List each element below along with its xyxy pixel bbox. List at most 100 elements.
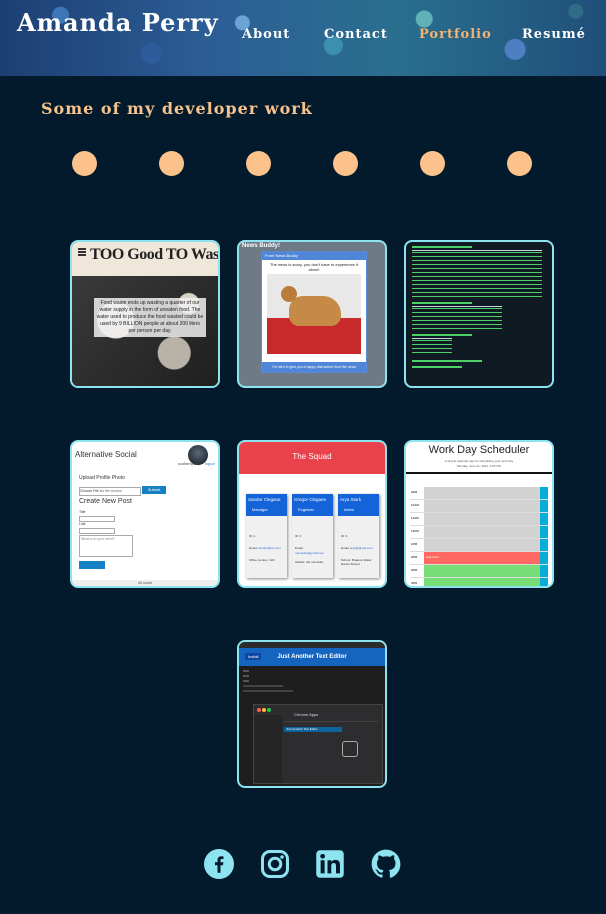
team-card-engineer: Gregor Clegane Engineer ID: 2 Email: mou…: [292, 494, 333, 578]
time-block-past: 12PM: [410, 526, 548, 539]
modal-text: The news is scary, you don't have to exp…: [269, 262, 359, 272]
time-blocks: 9AM 10AM 11AM 12PM 1PM 2PM Call client 3…: [410, 487, 548, 586]
chrome-apps-dialog: Chrome Apps Just Another Text Editor: [253, 704, 383, 784]
project-card-the-squad[interactable]: The Squad Sandor Clegane Manager ID: 1 E…: [237, 440, 387, 588]
dialog-sidebar: [254, 715, 282, 783]
time-block-future: 4PM: [410, 578, 548, 586]
member-id: ID: 3: [341, 534, 348, 538]
modal-title: Front News Buddy: [262, 252, 366, 260]
submit-button: Submit: [142, 486, 166, 494]
project-title: The Squad: [292, 452, 332, 461]
member-extra: GitHub: the mountain: [295, 560, 324, 564]
choose-file-label: Choose File: [80, 489, 99, 493]
decor-dot: [420, 151, 445, 176]
member-role: Engineer: [298, 507, 315, 512]
project-card-alternative-social[interactable]: Alternative Social southernperry logout …: [70, 440, 220, 588]
nav-portfolio[interactable]: Portfolio: [419, 27, 492, 42]
hour-label: 1PM: [411, 542, 418, 546]
project-title: Work Day Scheduler: [428, 444, 530, 456]
project-title: TOO Good TO Waste: [90, 246, 220, 263]
app-item: Just Another Text Editor: [284, 727, 342, 732]
time-block-future: 3PM: [410, 565, 548, 578]
time-block-past: 10AM: [410, 500, 548, 513]
member-extra: Office number: 103: [249, 558, 275, 562]
decor-dot: [246, 151, 271, 176]
member-role: Intern: [344, 507, 355, 512]
modal: Front News Buddy The news is scary, you …: [261, 251, 367, 373]
linkedin-icon[interactable]: [315, 849, 345, 879]
time-block-past: 11AM: [410, 513, 548, 526]
member-extra: School: Braavos Water Dance School: [341, 558, 372, 566]
nav-resume[interactable]: Resumé: [522, 27, 586, 42]
brand-name[interactable]: Amanda Perry: [17, 8, 219, 37]
footer-text: Alt social: [72, 580, 218, 586]
post-submit-button: [79, 561, 105, 569]
link-field: [79, 528, 115, 534]
member-id: ID: 2: [295, 534, 302, 538]
facebook-icon[interactable]: [204, 849, 234, 879]
scheduler-divider: [406, 472, 552, 474]
github-icon[interactable]: [371, 849, 401, 879]
dog-photo: [267, 274, 361, 354]
project-card-too-good-to-waste[interactable]: TOO Good TO Waste Food waste ends up was…: [70, 240, 220, 388]
hour-label: 3PM: [411, 568, 418, 572]
hour-label: 10AM: [411, 503, 419, 507]
project-card-news-buddy[interactable]: News Buddy! Front News Buddy The news is…: [237, 240, 387, 388]
no-file-label: No file chosen: [99, 489, 122, 493]
project-blurb: Food waste ends up wasting a quarter of …: [94, 298, 206, 337]
hour-label: 11AM: [411, 516, 419, 520]
terminal-screenshot: [412, 246, 542, 368]
logout-link: logout: [205, 462, 215, 466]
project-title: News Buddy!: [242, 243, 281, 249]
dialog-title: Chrome Apps: [294, 712, 319, 717]
time-block-past: 1PM: [410, 539, 548, 552]
time-block-past: 9AM: [410, 487, 548, 500]
member-name: Sandor Clegane: [248, 497, 281, 502]
project-card-employee-tracker[interactable]: [404, 240, 554, 388]
project-title: Alternative Social: [75, 450, 137, 459]
member-email: mountain@gmail.com: [295, 551, 325, 555]
create-post-heading: Create New Post: [79, 498, 132, 505]
upload-label: Upload Profile Photo: [79, 475, 125, 481]
project-title: Just Another Text Editor: [277, 654, 347, 660]
member-role: Manager: [252, 507, 268, 512]
decor-dot: [507, 151, 532, 176]
post-textarea: What's on your mind?: [79, 535, 133, 557]
site-header: Amanda Perry About Contact Portfolio Res…: [0, 0, 606, 76]
nav-about[interactable]: About: [242, 27, 290, 42]
title-label: Title: [79, 510, 86, 514]
nav-contact[interactable]: Contact: [324, 27, 388, 42]
member-email-label: Email:: [341, 546, 350, 550]
team-card-manager: Sandor Clegane Manager ID: 1 Email: sand…: [246, 494, 287, 578]
app-icon: [342, 741, 358, 757]
member-name: Arya Stark: [340, 497, 362, 502]
member-email: sandor@tim.com: [258, 546, 281, 550]
member-id: ID: 1: [249, 534, 256, 538]
scheduler-subtitle: A simple calendar app for scheduling you…: [444, 459, 514, 463]
modal-footer: I'm here to give you a happy distraction…: [262, 362, 366, 372]
project-card-text-editor[interactable]: Install Just Another Text Editor Chrome …: [237, 640, 387, 788]
project-card-work-day-scheduler[interactable]: Work Day Scheduler A simple calendar app…: [404, 440, 554, 588]
instagram-icon[interactable]: [260, 849, 290, 879]
decor-dot: [72, 151, 97, 176]
member-name: Gregor Clegane: [294, 497, 327, 502]
decor-dot: [159, 151, 184, 176]
member-email: arya@gmail.com: [350, 546, 373, 550]
hour-label: 9AM: [411, 490, 418, 494]
member-email-label: Email:: [249, 546, 258, 550]
hour-label: 12PM: [411, 529, 419, 533]
time-block-present: 2PM Call client: [410, 552, 548, 565]
user-name: southernperry: [178, 462, 200, 466]
team-card-intern: Arya Stark Intern ID: 3 Email: arya@gmai…: [338, 494, 379, 578]
hamburger-icon: [78, 248, 86, 250]
scheduler-date: Monday, June 21, 2021, 1:52 PM: [457, 464, 501, 468]
decor-dot: [333, 151, 358, 176]
link-label: Link: [79, 522, 86, 526]
member-email-label: Email:: [295, 546, 304, 550]
window-controls: [257, 708, 261, 712]
event-text: Call client: [426, 555, 440, 559]
hour-label: 4PM: [411, 581, 418, 585]
hour-label: 2PM: [411, 555, 418, 559]
file-input: Choose File No file chosen: [79, 487, 141, 496]
section-title: Some of my developer work: [41, 99, 313, 118]
